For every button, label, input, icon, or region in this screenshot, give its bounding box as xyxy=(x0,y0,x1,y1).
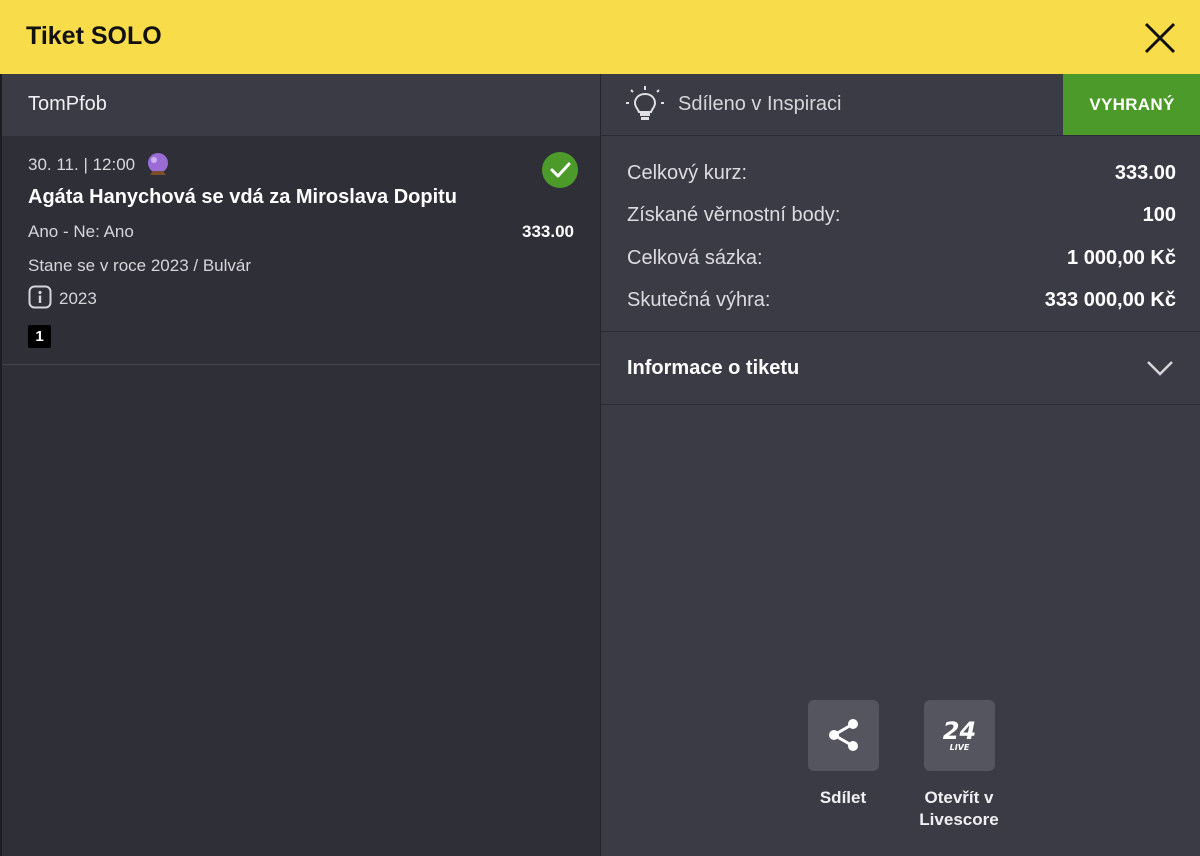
right-panel: Sdíleno v Inspiraci VYHRANÝ Celkový kurz… xyxy=(600,74,1200,856)
event-name: Agáta Hanychová se vdá za Miroslava Dopi… xyxy=(28,186,458,208)
live24-number: 24 xyxy=(942,717,975,745)
live24-icon: 24 LIVE xyxy=(942,717,975,752)
event-datetime: 30. 11. | 12:00 xyxy=(28,155,136,174)
livescore-action[interactable]: 24 LIVE Otevřít v Livescore xyxy=(889,700,1029,831)
live24-subtext: LIVE xyxy=(949,743,969,752)
modal-header: Tiket SOLO xyxy=(0,0,1200,74)
stat-label: Celkový kurz: xyxy=(627,162,748,184)
stat-row-total-odds: Celkový kurz: 333.00 xyxy=(601,162,1200,192)
chevron-down-icon[interactable] xyxy=(1146,358,1174,378)
event-odds: 333.00 xyxy=(522,222,574,241)
left-panel: TomPfob 30. 11. | 12:00 Agáta Hanychová … xyxy=(0,74,600,856)
stat-value: 100 xyxy=(1142,204,1176,226)
status-badge: VYHRANÝ xyxy=(1063,74,1200,135)
stat-value: 333.00 xyxy=(1114,162,1176,184)
crystal-ball-icon xyxy=(146,152,170,178)
livescore-label-line2: Livescore xyxy=(919,810,999,829)
ticket-info-accordion[interactable]: Informace o tiketu xyxy=(601,332,1200,405)
stat-row-total-stake: Celková sázka: 1 000,00 Kč xyxy=(601,247,1200,277)
check-circle-icon xyxy=(542,152,578,188)
username[interactable]: TomPfob xyxy=(28,93,107,116)
close-icon[interactable] xyxy=(1140,18,1180,58)
livescore-label-line1: Otevřít v xyxy=(924,788,994,807)
stat-row-actual-win: Skutečná výhra: 333 000,00 Kč xyxy=(601,289,1200,319)
stat-row-loyalty-points: Získané věrnostní body: 100 xyxy=(601,204,1200,234)
event-selection: Ano - Ne: Ano xyxy=(28,222,134,241)
ticket-stats: Celkový kurz: 333.00 Získané věrnostní b… xyxy=(601,136,1200,332)
stat-label: Získané věrnostní body: xyxy=(627,204,841,226)
event-item: 30. 11. | 12:00 Agáta Hanychová se vdá z… xyxy=(2,136,600,365)
event-number-badge: 1 xyxy=(28,325,51,348)
user-bar: TomPfob xyxy=(2,74,600,136)
event-info-text: 2023 xyxy=(59,289,97,308)
livescore-button[interactable]: 24 LIVE xyxy=(923,700,995,771)
info-icon xyxy=(28,285,52,309)
share-button[interactable] xyxy=(807,700,879,771)
stat-label: Skutečná výhra: xyxy=(627,289,771,311)
stat-label: Celková sázka: xyxy=(627,247,763,269)
stat-value: 1 000,00 Kč xyxy=(1067,247,1176,269)
share-icon xyxy=(828,719,858,751)
shared-label: Sdíleno v Inspiraci xyxy=(678,93,842,115)
livescore-label: Otevřít v Livescore xyxy=(889,787,1029,831)
modal-title: Tiket SOLO xyxy=(26,22,162,50)
stat-value: 333 000,00 Kč xyxy=(1044,289,1176,311)
ticket-info-label: Informace o tiketu xyxy=(627,357,800,379)
lightbulb-icon xyxy=(625,84,665,126)
event-category: Stane se v roce 2023 / Bulvár xyxy=(28,256,252,275)
shared-bar: Sdíleno v Inspiraci VYHRANÝ xyxy=(601,74,1200,136)
